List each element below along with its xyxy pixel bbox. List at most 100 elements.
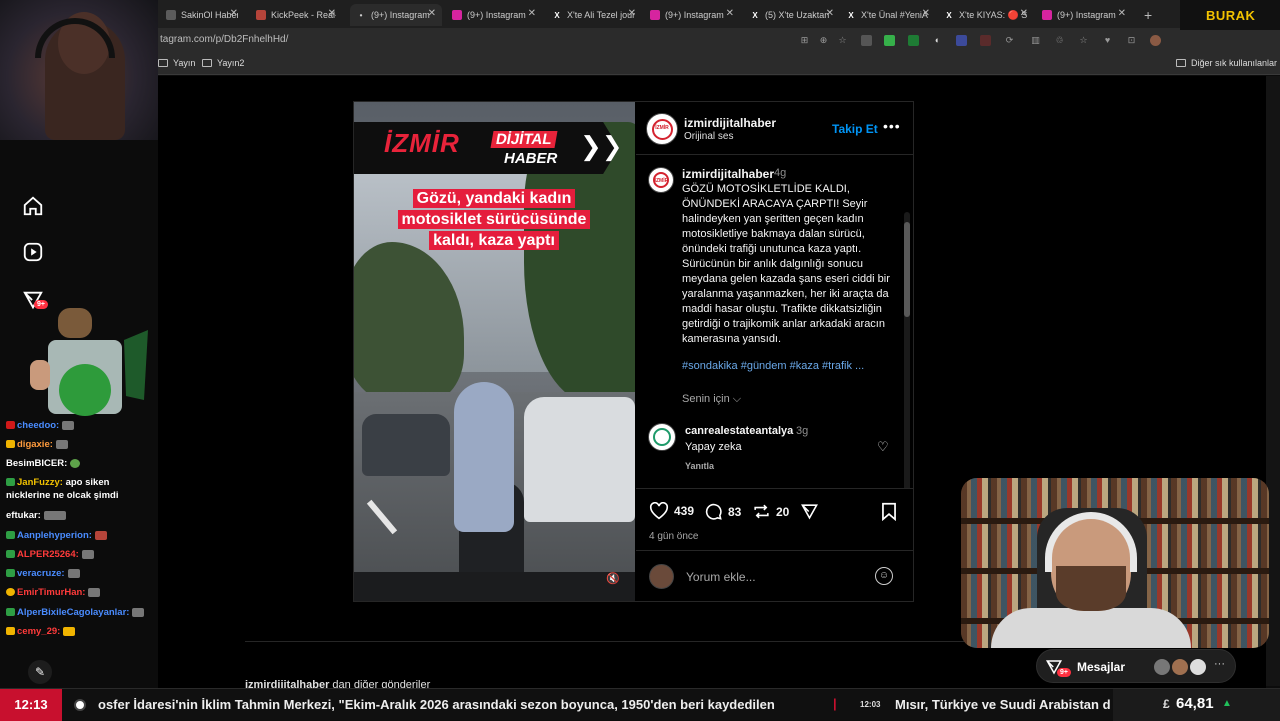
close-icon[interactable]: ✕ [1118,8,1126,19]
extension-icon[interactable]: ♲ [1054,35,1065,46]
follow-button[interactable]: Takip Et [832,122,878,136]
extension-icon[interactable] [956,35,967,46]
tab-4[interactable]: X X'te Ali Tezel jour ✕ [546,4,642,26]
close-icon[interactable]: ✕ [1020,8,1028,19]
caption-username[interactable]: izmirdijitalhaber [682,167,774,181]
comment-username[interactable]: canrealestateantalya [685,425,793,437]
chat-emote [81,549,94,559]
post-username[interactable]: izmirdijitalhaber [684,116,776,130]
avatar[interactable]: İZMİR [646,113,678,145]
emoji-icon[interactable]: ☺ [875,567,893,585]
close-icon[interactable]: ✕ [328,8,336,19]
webcam-scene [1056,566,1126,611]
chat-message: eftukar: [6,510,66,522]
new-tab-button[interactable]: + [1138,4,1158,26]
chat-message: veracruze: [6,568,80,580]
tab-6[interactable]: X (5) X'te Uzaktan ✕ [744,4,840,26]
chat-username: Aanplehyperion: [17,530,92,541]
messages-button[interactable]: 9+ Mesajlar ··· [1036,649,1236,683]
add-comment-bar[interactable]: Yorum ekle... ☺ [636,550,913,601]
home-icon[interactable] [22,195,44,217]
tab-favicon [256,10,266,20]
save-button[interactable] [881,502,902,521]
post-video[interactable]: İZMİR DİJİTAL HABER ❯❯ Gözü, yandaki kad… [354,102,635,601]
tab-3[interactable]: (9+) Instagram ✕ [446,4,542,26]
extension-icon[interactable] [980,35,991,46]
video-scene [524,397,635,522]
tab-7[interactable]: X X'te Ünal #YeniA ✕ [840,4,936,26]
address-bar[interactable]: tagram.com/p/Db2FnhelhHd/ ⊞ ⊕ ☆ ◐ ⟳ ▥ ♲ … [0,28,1280,53]
tab-label: X'te Ünal #YeniA [861,10,928,20]
close-icon[interactable]: ✕ [428,8,436,19]
tab-9[interactable]: (9+) Instagram ✕ [1036,4,1132,26]
tab-8[interactable]: X X'te KIYAS: 🔴 S ✕ [938,4,1034,26]
extension-icon[interactable]: ♥ [1102,35,1113,46]
close-icon[interactable]: ✕ [230,8,238,19]
bookmark-yayin[interactable]: Yayın [158,58,195,68]
close-icon[interactable]: ✕ [628,8,636,19]
share-button[interactable] [800,502,824,521]
izmir-logo: İZMİR [651,118,673,140]
tab-0[interactable]: SakinOl Haber M ✕ [160,4,244,26]
more-options-icon[interactable]: ••• [883,118,901,134]
repost-count: 20 [776,504,790,519]
like-button[interactable]: 439 [649,502,694,520]
favorites-icon[interactable]: ☆ [1078,35,1089,46]
avatar [1189,658,1207,676]
chat-message: digaxie: [6,439,68,451]
close-icon[interactable]: ✕ [528,8,536,19]
repost-button[interactable]: 20 [752,502,789,521]
audio-label[interactable]: Orijinal ses [684,131,733,142]
close-icon[interactable]: ✕ [826,8,834,19]
comments-section[interactable]: İZMİR izmirdijitalhaber 4g GÖZÜ MOTOSİKL… [636,156,913,488]
chat-username: JanFuzzy: [17,477,63,488]
caption-text: GÖZÜ MOTOSİKLETLİDE KALDI, ÖNÜNDEKİ ARAC… [682,183,890,345]
tab-label: (9+) Instagram [1057,10,1116,20]
extension-icon[interactable] [908,35,919,46]
comments-scrollbar[interactable] [904,212,910,488]
tab-1[interactable]: KickPeek - Real-t ✕ [250,4,342,26]
tab-label: (5) X'te Uzaktan [765,10,830,20]
url-text[interactable]: tagram.com/p/Db2FnhelhHd/ [160,34,288,45]
send-icon [801,504,818,520]
chat-text: apo siken [65,477,110,488]
chat-username: digaxie: [17,439,53,450]
star-icon[interactable]: ☆ [837,35,848,46]
mute-icon[interactable]: 🔇 [606,572,620,585]
chat-badge [6,531,15,540]
reply-button[interactable]: Yanıtla [685,461,714,471]
chat-emote [132,607,145,617]
bookmark-yayin2[interactable]: Yayın2 [202,58,244,68]
avatar[interactable] [648,423,676,451]
bookmarks-bar: Yayın Yayın2 Diğer sık kullanılanlar [0,53,1280,75]
collections-icon[interactable]: ⊡ [1126,35,1137,46]
scrollbar-thumb[interactable] [904,222,910,317]
extension-icon[interactable] [884,35,895,46]
reels-icon[interactable] [22,241,44,263]
comment-input[interactable]: Yorum ekle... [686,570,756,584]
other-bookmarks[interactable]: Diğer sık kullanılanlar [1176,58,1277,68]
caption-hashtags[interactable]: #sondakika #gündem #kaza #trafik ... [682,360,892,372]
instagram-icon [452,10,462,20]
heart-icon[interactable]: ♡ [877,439,889,455]
install-icon[interactable]: ⊞ [799,35,810,46]
extension-icon[interactable] [861,35,872,46]
split-view-icon[interactable]: ▥ [1030,35,1041,46]
close-icon[interactable]: ✕ [922,8,930,19]
tab-2-active[interactable]: • (9+) Instagram ✕ [350,4,442,26]
extension-icon[interactable]: ⟳ [1004,35,1015,46]
chat-username: BesimBICER: [6,458,68,469]
tab-5[interactable]: (9+) Instagram ✕ [644,4,740,26]
chat-username: eftukar: [6,510,41,521]
zoom-icon[interactable]: ⊕ [818,35,829,46]
post-date: 4 gün önce [649,531,699,542]
profile-avatar[interactable] [1150,35,1161,46]
post-header: İZMİR izmirdijitalhaber Orijinal ses Tak… [636,102,913,155]
avatar[interactable]: İZMİR [648,167,674,193]
comment-button[interactable]: 83 [704,502,741,521]
chat-message: cemy_29: [6,626,76,638]
close-icon[interactable]: ✕ [726,8,734,19]
folder-icon [158,59,168,67]
for-you-dropdown[interactable]: Senin için ⌵ [682,393,741,406]
extension-icon[interactable]: ◐ [932,35,943,46]
